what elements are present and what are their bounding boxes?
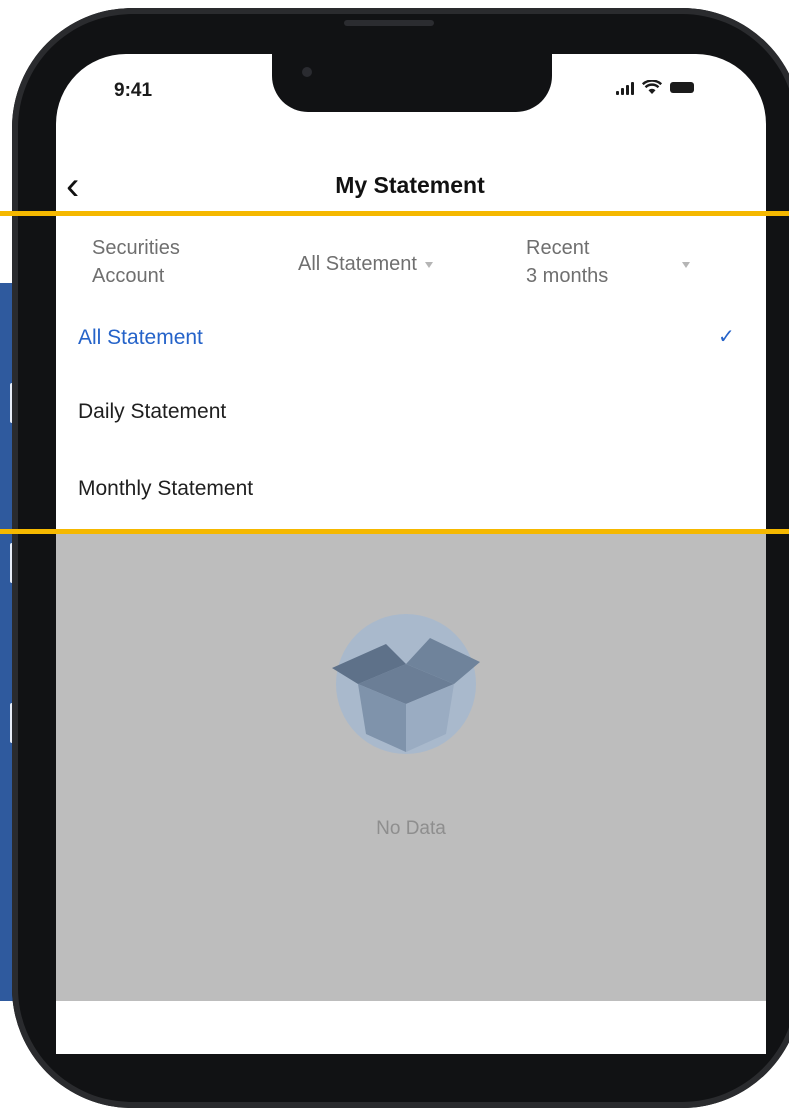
caret-down-icon <box>424 261 433 268</box>
period-filter-line2: 3 months <box>526 265 609 287</box>
period-filter[interactable]: Recent 3 months <box>526 234 608 290</box>
statement-type-label: All Statement <box>298 253 417 275</box>
option-daily-statement[interactable]: Daily Statement <box>78 400 226 424</box>
speaker-grille <box>344 20 434 26</box>
front-camera <box>302 67 312 77</box>
dim-overlay[interactable]: No Data <box>56 534 766 1001</box>
account-filter[interactable]: Securities Account <box>92 234 180 290</box>
signal-icon <box>616 81 634 95</box>
empty-state-text: No Data <box>376 818 446 839</box>
camera-notch <box>272 54 552 112</box>
status-icons <box>616 80 694 95</box>
status-time: 9:41 <box>114 80 153 101</box>
highlight-line-top <box>0 211 789 216</box>
option-monthly-statement[interactable]: Monthly Statement <box>78 477 253 501</box>
period-filter-line1: Recent <box>526 237 590 259</box>
caret-down-icon[interactable] <box>682 262 690 268</box>
check-icon: ✓ <box>718 326 735 348</box>
account-filter-line2: Account <box>92 265 165 287</box>
statement-type-filter[interactable]: All Statement <box>298 250 433 278</box>
option-all-statement[interactable]: All Statement <box>78 326 203 350</box>
wifi-icon <box>642 80 662 94</box>
statement-type-dropdown: All Statement ✓ Daily Statement Monthly … <box>56 306 756 522</box>
battery-icon <box>670 82 694 93</box>
page-title: My Statement <box>335 172 485 198</box>
empty-box-icon <box>332 614 480 754</box>
filter-bar: Securities Account All Statement Recent … <box>56 218 766 308</box>
account-filter-line1: Securities <box>92 237 180 259</box>
